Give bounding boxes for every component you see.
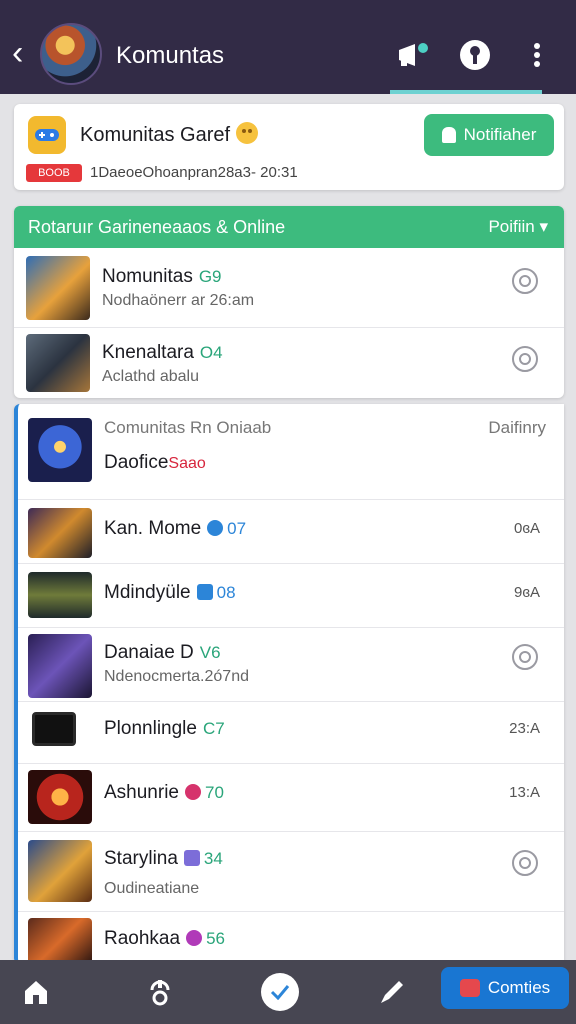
game-thumbnail <box>28 770 92 824</box>
item-name: Ashunrie 70 <box>104 782 224 803</box>
item-subtitle: Aclathd abalu <box>102 368 199 385</box>
item-name: Knenaltara O4 <box>102 342 223 363</box>
item-subtitle: Oudineatiane <box>104 880 200 897</box>
item-name: Raohkaa 56 <box>104 928 225 949</box>
notify-button[interactable]: Notifiaher <box>424 114 554 156</box>
section-filter[interactable]: Daifinry <box>488 418 546 438</box>
timestamp: 13:A <box>509 784 540 801</box>
list-item[interactable]: Raohkaa 56 <box>18 912 564 964</box>
online-section: Rotaruır Garineneaaos & Online Poifiin ▾… <box>14 206 564 398</box>
game-thumbnail <box>28 572 92 618</box>
game-thumbnail <box>28 840 92 902</box>
list-item[interactable]: Ashunrie 70 13:A <box>18 764 564 832</box>
options-icon[interactable] <box>512 268 538 294</box>
tag-label: Saao <box>168 455 206 472</box>
badge-icon <box>183 850 200 866</box>
list-item[interactable]: Danaiae D V6 Ndenocmerta.2ó7nd <box>18 628 564 702</box>
game-thumbnail <box>32 712 76 746</box>
game-thumbnail <box>28 634 92 698</box>
list-item[interactable]: Starylina 34 Oudineatiane <box>18 832 564 912</box>
pen-icon[interactable] <box>372 972 412 1012</box>
section-header: Rotaruır Garineneaaos & Online Poifiin ▾ <box>14 206 564 248</box>
game-thumbnail <box>28 918 92 964</box>
game-thumbnail <box>26 256 90 320</box>
featured-item[interactable]: Comunitas Rn Oniaab Daifinry DaoficeSaao <box>18 404 564 500</box>
top-bar: ‹ Komuntas <box>0 0 576 94</box>
item-name: Plonnlingle C7 <box>104 718 225 739</box>
more-vertical-icon[interactable] <box>520 38 554 72</box>
item-name: Danaiae D V6 <box>104 642 221 663</box>
list-item[interactable]: Kan. Mome 07 0ɞA <box>18 500 564 564</box>
game-controller-icon <box>28 116 66 154</box>
list-item[interactable]: Knenaltara O4 Aclathd abalu <box>14 328 564 398</box>
list-item[interactable]: Nomunitas G9 Nodhaönerr ar 26:am <box>14 248 564 328</box>
community-list-section: Comunitas Rn Oniaab Daifinry DaoficeSaao… <box>14 404 564 964</box>
smile-emoji-icon <box>236 122 259 144</box>
chevron-left-icon[interactable]: ‹ <box>12 36 36 72</box>
info-icon[interactable] <box>458 38 492 72</box>
item-subtitle: Ndenocmerta.2ó7nd <box>104 668 249 685</box>
home-icon[interactable] <box>16 972 56 1012</box>
check-icon[interactable] <box>260 972 300 1012</box>
community-button[interactable]: Comties <box>441 967 569 1009</box>
item-subtitle: Nodhaönerr ar 26:am <box>102 292 255 309</box>
headset-icon[interactable] <box>140 972 180 1012</box>
notify-label: Notifiaher <box>463 125 537 144</box>
badge-icon <box>196 584 213 600</box>
section-title: Comunitas Rn Oniaab <box>104 418 272 437</box>
badge-icon <box>207 520 224 536</box>
item-name: Mdindyüle 08 <box>104 582 236 603</box>
item-name: Starylina 34 <box>104 848 223 869</box>
community-info-card: Komunitas Garef BOOB 1DaeoeOhoanpran28a3… <box>14 104 564 190</box>
game-thumbnail <box>26 334 90 392</box>
community-title-text: Komunitas Garef <box>80 124 231 146</box>
item-name: Kan. Mome 07 <box>104 518 247 539</box>
page-title: Komuntas <box>116 42 225 69</box>
timestamp: 23:A <box>509 720 540 737</box>
section-title: Rotaruır Garineneaaos & Online <box>28 216 286 237</box>
community-subtitle: 1DaeoeOhoanpran28a3- 20:31 <box>90 164 298 181</box>
list-item[interactable]: Plonnlingle C7 23:A <box>18 702 564 764</box>
community-title: Komunitas Garef <box>80 122 259 147</box>
timestamp: 9ɞA <box>514 584 540 601</box>
options-icon[interactable] <box>512 850 538 876</box>
game-thumbnail <box>28 418 92 482</box>
list-item[interactable]: Mdindyüle 08 9ɞA <box>18 564 564 628</box>
item-name: Nomunitas G9 <box>102 266 222 287</box>
game-thumbnail <box>28 508 92 558</box>
badge-icon <box>186 930 203 946</box>
chat-icon <box>459 979 480 997</box>
item-name: DaoficeSaao <box>104 452 206 473</box>
community-logo[interactable] <box>40 23 102 85</box>
filter-dropdown[interactable]: Poifiin ▾ <box>488 217 548 237</box>
bell-icon <box>441 127 456 143</box>
options-icon[interactable] <box>512 346 538 372</box>
timestamp: 0ɞA <box>514 520 540 537</box>
active-tab-indicator <box>390 90 542 94</box>
community-button-label: Comties <box>487 978 551 997</box>
status-badge: BOOB <box>26 164 82 182</box>
options-icon[interactable] <box>512 644 538 670</box>
badge-icon <box>185 784 201 800</box>
megaphone-icon[interactable] <box>396 38 430 72</box>
